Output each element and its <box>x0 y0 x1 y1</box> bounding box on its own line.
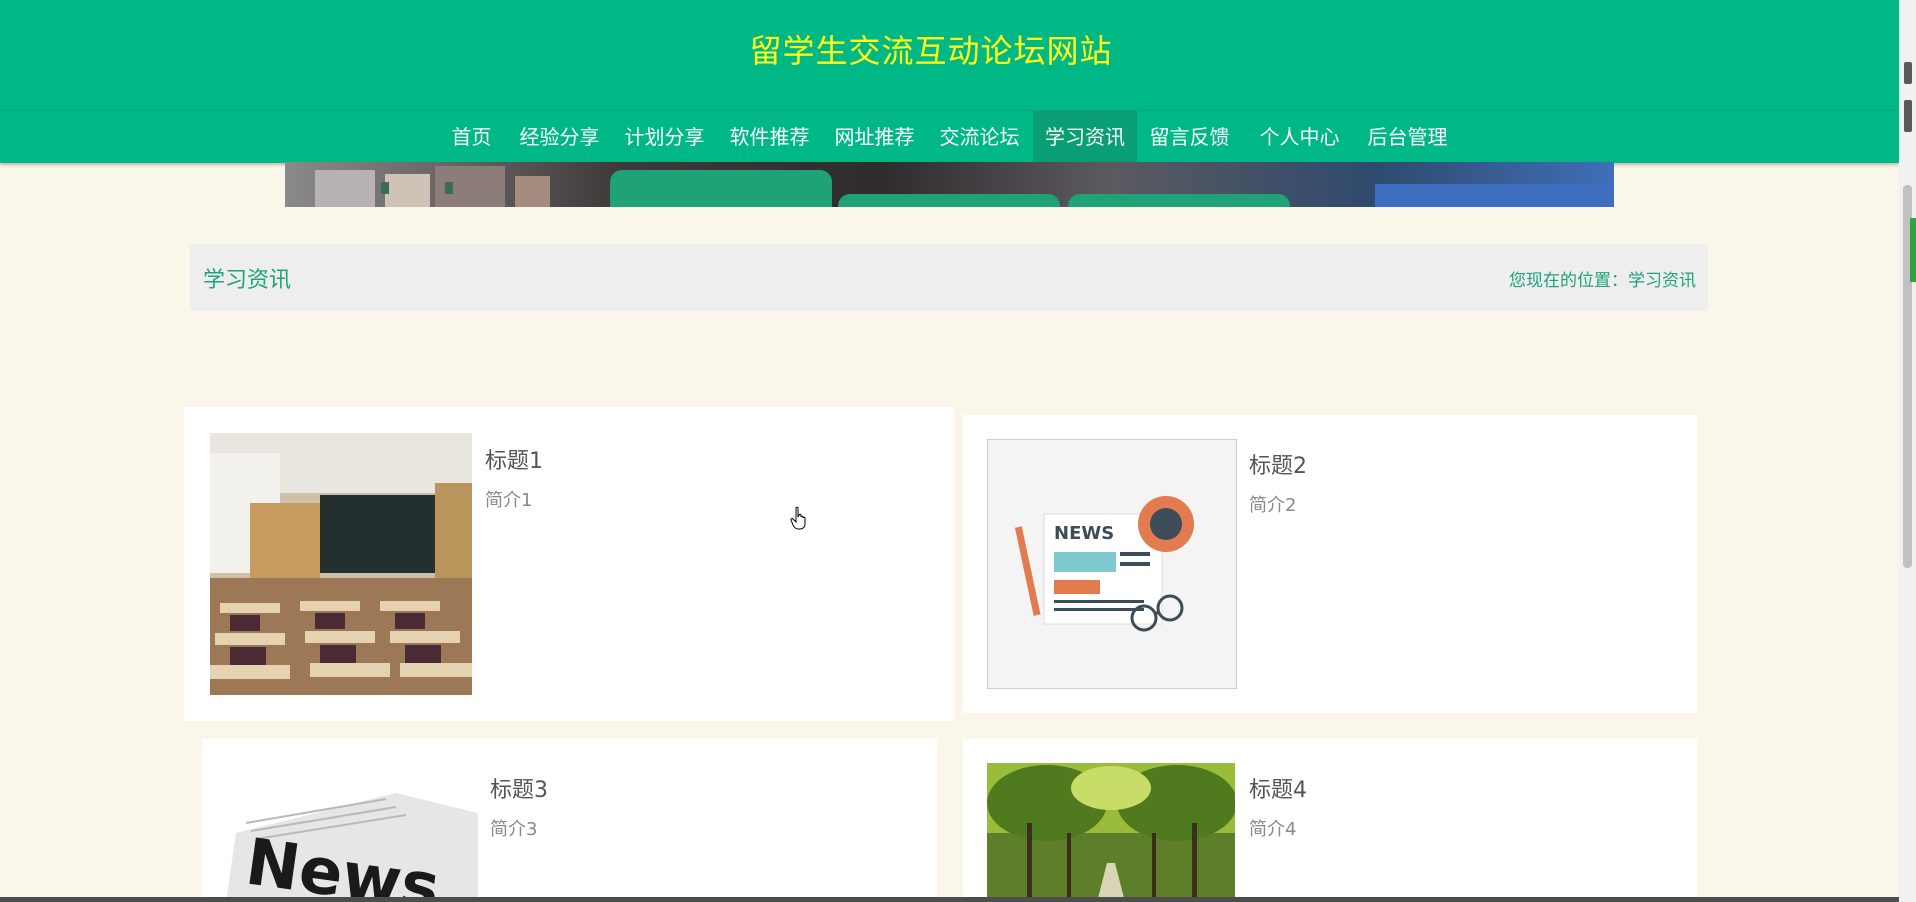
card-title[interactable]: 标题2 <box>1249 448 1307 480</box>
news-card[interactable]: 标题4 简介4 <box>963 739 1697 902</box>
news-card[interactable]: News 标题3 简介3 <box>202 739 937 902</box>
site-title: 留学生交流互动论坛网站 <box>749 32 1113 70</box>
bottom-edge <box>0 897 1899 902</box>
hero-banner <box>285 162 1614 207</box>
card-title[interactable]: 标题4 <box>1249 772 1307 804</box>
banner-tab-2[interactable] <box>838 194 1060 207</box>
nav-item-home[interactable]: 首页 <box>443 111 500 163</box>
scroll-marker-green <box>1910 218 1916 282</box>
card-desc: 简介2 <box>1249 495 1297 516</box>
hand-pointer-icon <box>790 506 806 530</box>
card-thumbnail-trees[interactable] <box>987 763 1235 902</box>
news-illustration-image: NEWS <box>1014 496 1194 632</box>
card-thumbnail-classroom[interactable] <box>210 433 472 695</box>
scroll-marker <box>1904 62 1912 84</box>
breadcrumb: 您现在的位置：学习资讯 <box>1509 266 1696 291</box>
news-card[interactable]: NEWS 标题2 简介2 <box>963 415 1697 713</box>
nav-item-study-news[interactable]: 学习资讯 <box>1033 111 1137 163</box>
card-desc: 简介3 <box>490 819 538 840</box>
card-title[interactable]: 标题1 <box>485 443 543 475</box>
card-desc: 简介4 <box>1249 819 1297 840</box>
breadcrumb-current[interactable]: 学习资讯 <box>1628 271 1696 291</box>
breadcrumb-label: 您现在的位置： <box>1509 271 1628 291</box>
card-title[interactable]: 标题3 <box>490 772 548 804</box>
banner-tab-3[interactable] <box>1068 194 1290 207</box>
vertical-scrollbar[interactable] <box>1899 0 1916 902</box>
nav-item-experience[interactable]: 经验分享 <box>510 111 609 163</box>
banner-tab-1[interactable] <box>610 170 832 207</box>
section-title: 学习资讯 <box>203 268 292 293</box>
main-nav: 首页 经验分享 计划分享 软件推荐 网址推荐 交流论坛 学习资讯 留言反馈 个人… <box>0 110 1899 163</box>
news-card[interactable]: 标题1 简介1 <box>184 407 954 721</box>
breadcrumb-bar: 学习资讯 您现在的位置：学习资讯 <box>190 244 1708 311</box>
card-thumbnail-news[interactable]: NEWS <box>987 439 1237 689</box>
nav-item-websites[interactable]: 网址推荐 <box>825 111 924 163</box>
nav-item-plans[interactable]: 计划分享 <box>615 111 714 163</box>
nav-item-forum[interactable]: 交流论坛 <box>930 111 1029 163</box>
site-header: 留学生交流互动论坛网站 <box>0 0 1899 110</box>
nav-item-admin[interactable]: 后台管理 <box>1358 111 1457 163</box>
nav-item-profile[interactable]: 个人中心 <box>1250 111 1349 163</box>
classroom-image <box>210 433 472 695</box>
card-thumbnail-newspaper[interactable]: News <box>226 793 478 902</box>
nav-item-feedback[interactable]: 留言反馈 <box>1140 111 1239 163</box>
svg-text:NEWS: NEWS <box>1054 523 1114 544</box>
scroll-marker <box>1904 100 1912 132</box>
tree-path-image <box>987 763 1235 902</box>
nav-item-software[interactable]: 软件推荐 <box>720 111 819 163</box>
card-desc: 简介1 <box>485 490 533 511</box>
newspaper-image: News <box>226 793 478 902</box>
